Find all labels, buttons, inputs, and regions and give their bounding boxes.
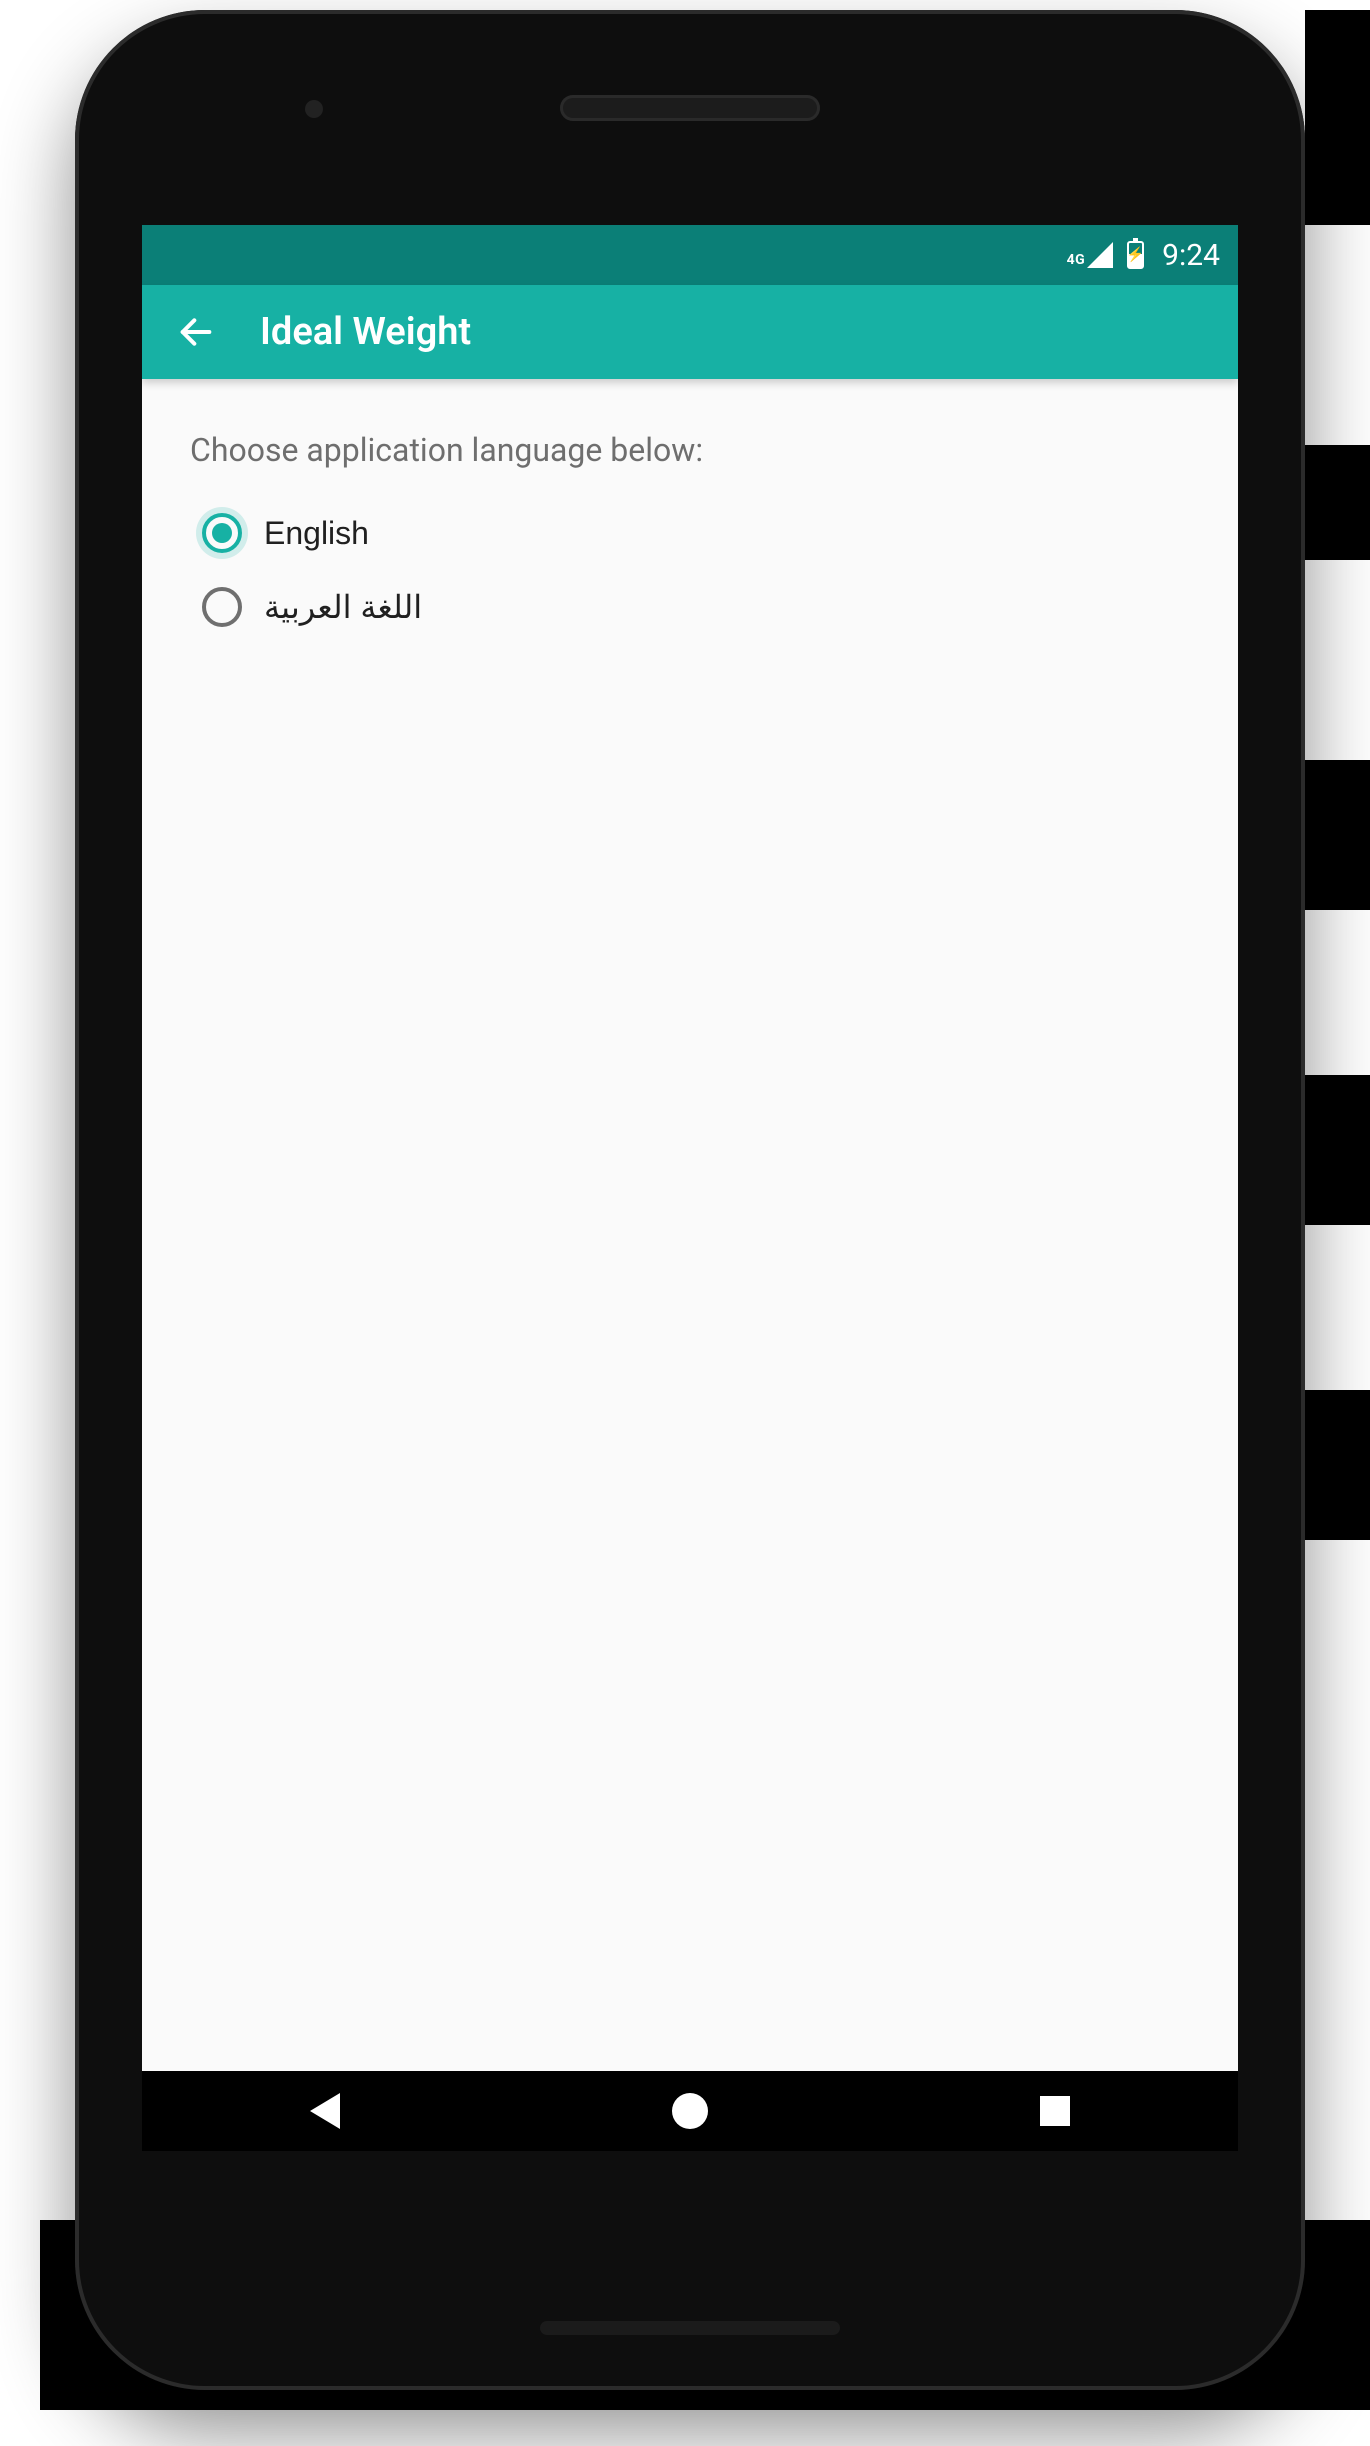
decorative-block (1300, 445, 1370, 560)
battery-icon: ⚡ (1127, 241, 1144, 269)
language-option-english[interactable]: English (200, 509, 1190, 557)
back-button[interactable] (170, 306, 222, 358)
content-area: Choose application language below: Engli… (142, 379, 1238, 683)
network-type-label: 4G (1067, 252, 1086, 268)
android-nav-bar (142, 2071, 1238, 2151)
status-bar: 4G ⚡ 9:24 (142, 225, 1238, 285)
battery-charging-icon: ⚡ (1129, 243, 1142, 267)
nav-home-button[interactable] (660, 2081, 720, 2141)
app-bar: Ideal Weight (142, 285, 1238, 379)
bottom-speaker (540, 2321, 840, 2335)
phone-frame: 4G ⚡ 9:24 Ideal Weight Choose applicatio… (75, 10, 1305, 2390)
language-option-label: English (264, 515, 369, 552)
decorative-block (1305, 10, 1370, 225)
language-option-arabic[interactable]: اللغة العربية (200, 583, 1190, 631)
nav-home-icon (672, 2093, 708, 2129)
radio-icon (202, 587, 242, 627)
language-options: English اللغة العربية (190, 509, 1190, 631)
signal-icon (1087, 242, 1113, 268)
nav-recents-icon (1040, 2096, 1070, 2126)
page-title: Ideal Weight (260, 310, 471, 354)
nav-back-button[interactable] (295, 2081, 355, 2141)
status-clock: 9:24 (1162, 238, 1220, 273)
network-indicator: 4G (1067, 242, 1114, 268)
language-prompt: Choose application language below: (190, 431, 1190, 469)
radio-icon (202, 513, 242, 553)
nav-back-icon (310, 2093, 340, 2129)
earpiece-speaker (560, 95, 820, 121)
arrow-left-icon (176, 312, 216, 352)
device-screen: 4G ⚡ 9:24 Ideal Weight Choose applicatio… (142, 225, 1238, 2151)
front-camera (305, 100, 323, 118)
language-option-label: اللغة العربية (264, 588, 422, 626)
nav-recents-button[interactable] (1025, 2081, 1085, 2141)
